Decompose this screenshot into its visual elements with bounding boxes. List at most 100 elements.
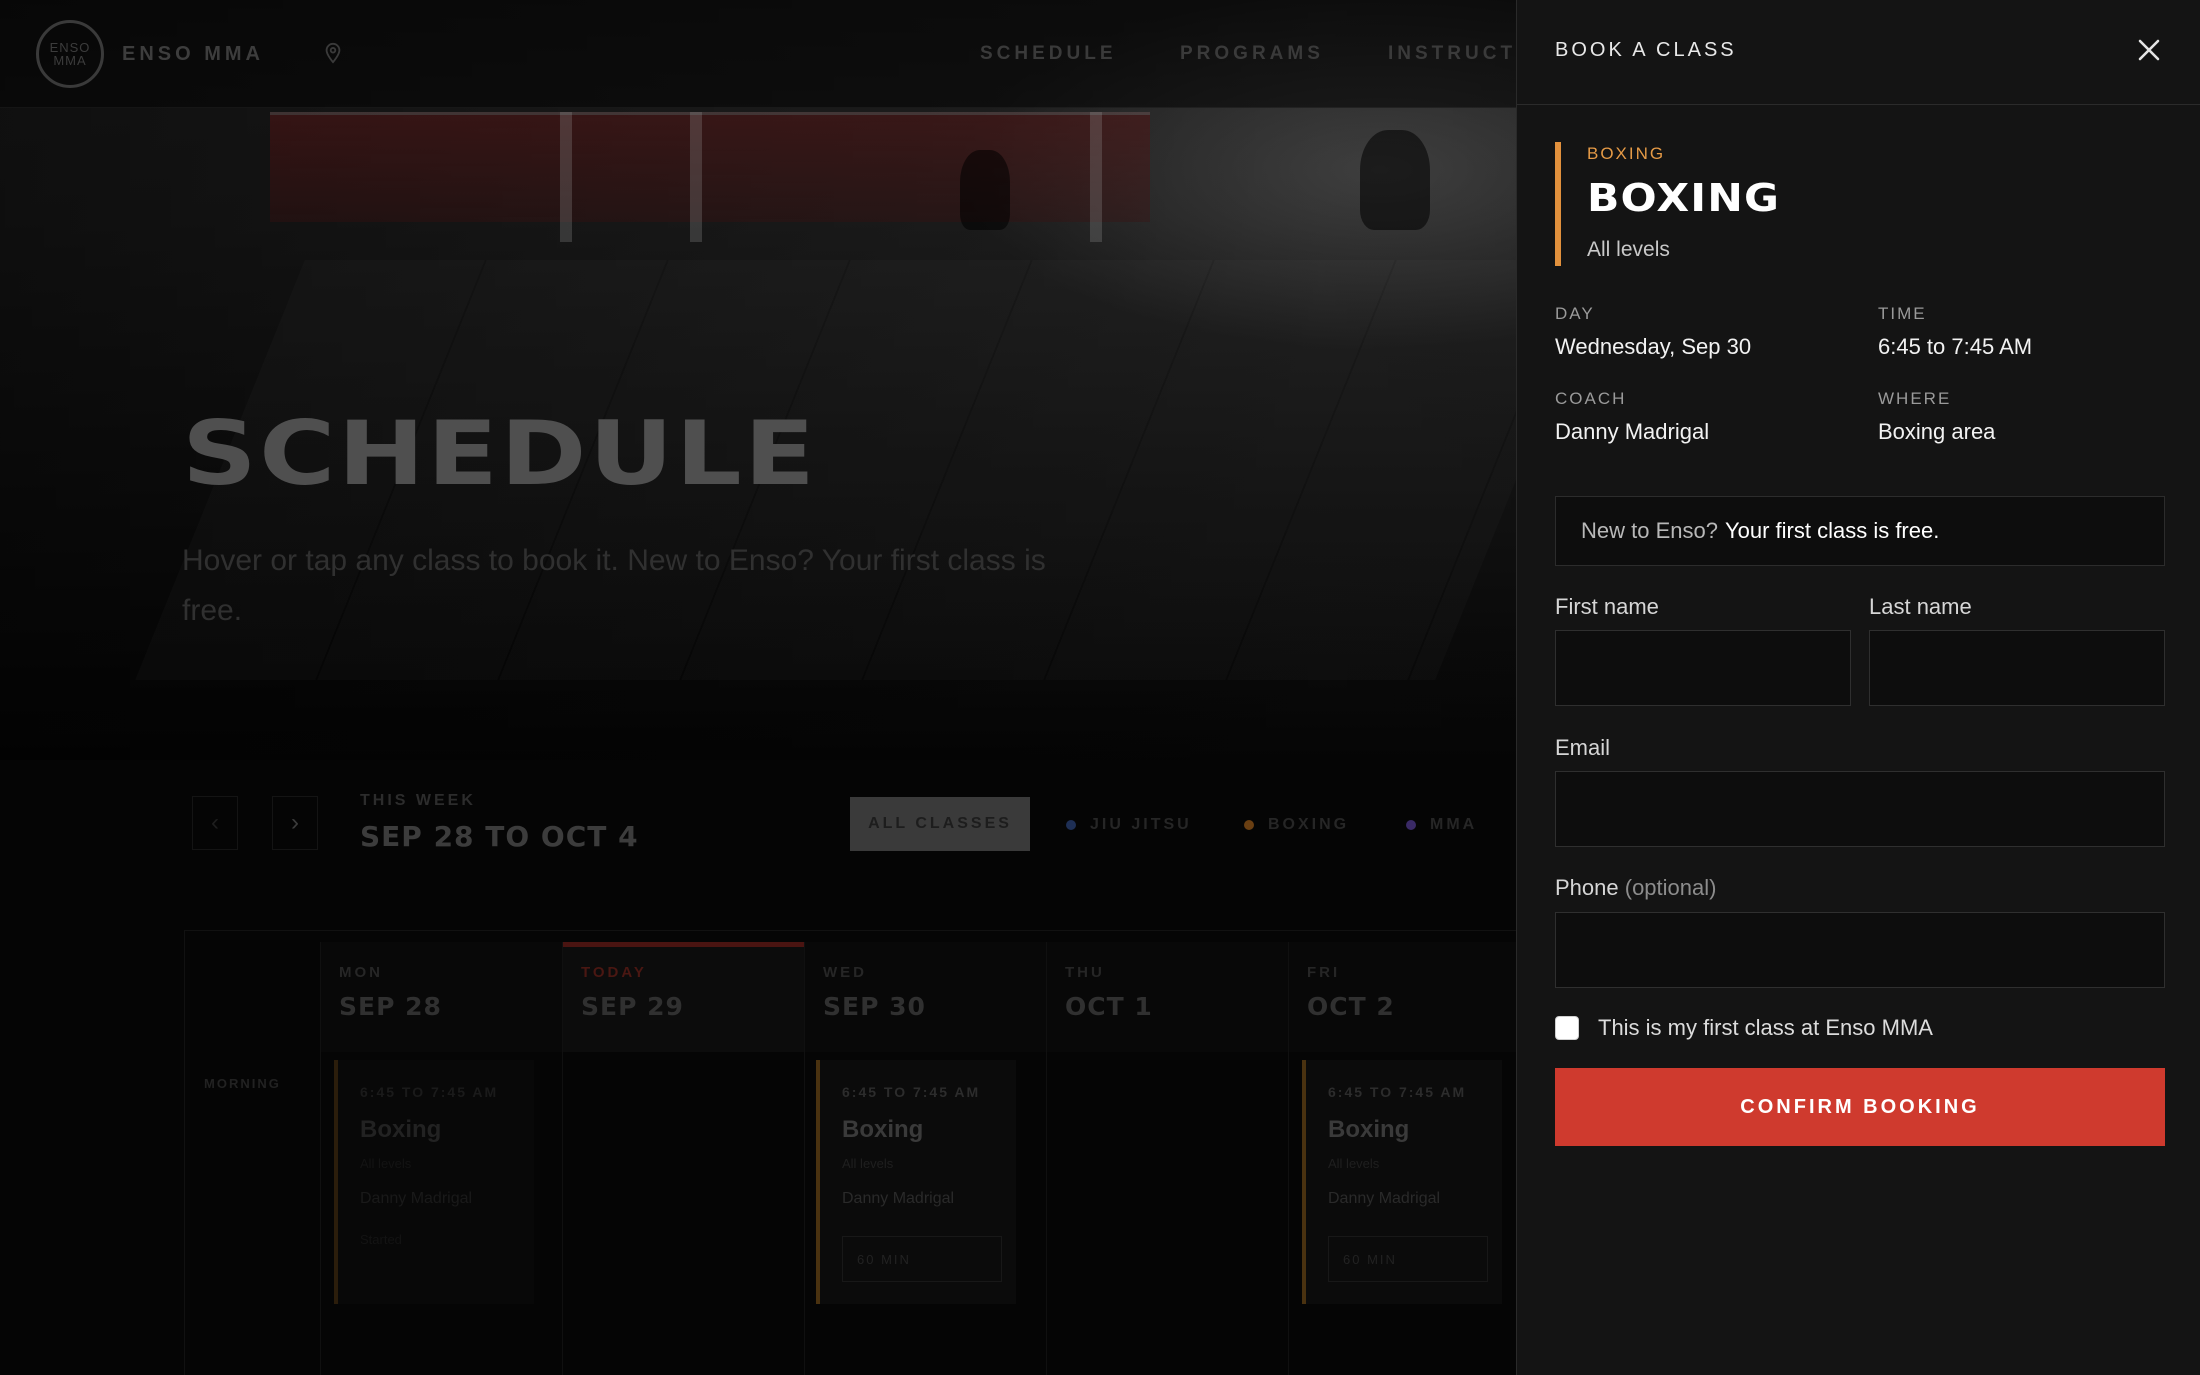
class-title: BOXING (1587, 176, 1781, 220)
day-date: OCT 2 (1307, 992, 1395, 1021)
filter-jiu-jitsu[interactable]: JIU JITSU (1066, 816, 1192, 834)
page-title: SCHEDULE (182, 402, 818, 505)
chevron-right-icon: › (291, 809, 299, 836)
ring-post-graphic (1090, 112, 1102, 242)
day-date: SEP 29 (581, 992, 684, 1021)
day-header: WED SEP 30 (805, 942, 1046, 1052)
site-header: ENSO MMA ENSO MMA SCHEDULE PROGRAMS INST… (0, 0, 1565, 108)
filter-boxing[interactable]: BOXING (1244, 816, 1349, 834)
person-silhouette (960, 150, 1010, 230)
class-level: All levels (842, 1156, 894, 1171)
filter-all-classes[interactable]: ALL CLASSES (850, 797, 1030, 851)
nav-programs[interactable]: PROGRAMS (1180, 43, 1324, 65)
boxing-color-dot (1244, 820, 1254, 830)
class-level: All levels (1587, 238, 1670, 261)
person-silhouette (1360, 130, 1430, 230)
day-of-week: WED (823, 964, 867, 981)
booking-drawer: BOOK A CLASS BOXING BOXING All levels DA… (1516, 0, 2200, 1375)
time-of-day-label: MORNING (204, 1076, 281, 1091)
where-value: Boxing area (1878, 419, 1996, 444)
close-button[interactable] (2131, 32, 2167, 68)
last-name-input[interactable] (1869, 630, 2165, 706)
ring-post-graphic (690, 112, 702, 242)
class-coach: Danny Madrigal (360, 1190, 473, 1207)
class-card[interactable]: 6:45 TO 7:45 AM Boxing All levels Danny … (334, 1060, 534, 1304)
promo-offer: Your first class is free. (1724, 518, 1940, 543)
last-name-label: Last name (1869, 594, 1972, 619)
class-level: All levels (1328, 1156, 1380, 1171)
day-date: SEP 30 (823, 992, 926, 1021)
first-class-free-banner: New to Enso? Your first class is free. (1555, 496, 2165, 566)
day-header: MON SEP 28 (321, 942, 562, 1052)
ring-post-graphic (560, 112, 572, 242)
first-name-label: First name (1555, 594, 1659, 619)
drawer-title: BOOK A CLASS (1555, 39, 1737, 61)
next-week-button[interactable]: › (272, 796, 318, 850)
day-header: TODAY SEP 29 (563, 942, 804, 1052)
jiu-jitsu-color-dot (1066, 820, 1076, 830)
class-card[interactable]: 6:45 TO 7:45 AM Boxing All levels Danny … (816, 1060, 1016, 1304)
day-value: Wednesday, Sep 30 (1555, 334, 1752, 359)
class-name: Boxing (360, 1116, 442, 1143)
optional-hint: (optional) (1624, 875, 1717, 900)
week-kicker: THIS WEEK (360, 792, 476, 809)
class-time: 6:45 TO 7:45 AM (842, 1084, 981, 1100)
filter-label: MMA (1430, 816, 1478, 833)
first-class-checkbox-label[interactable]: This is my first class at Enso MMA (1598, 1015, 1933, 1041)
day-header: FRI OCT 2 (1289, 942, 1530, 1052)
class-category: BOXING (1587, 144, 1666, 163)
first-name-input[interactable] (1555, 630, 1851, 706)
today-indicator (563, 942, 804, 947)
day-of-week: TODAY (581, 964, 647, 981)
class-card[interactable]: 6:45 TO 7:45 AM Boxing All levels Danny … (1302, 1060, 1502, 1304)
class-duration-tag: 60 MIN (842, 1236, 1002, 1282)
boxing-ring-graphic (270, 112, 1150, 222)
email-input[interactable] (1555, 771, 2165, 847)
filter-label: JIU JITSU (1090, 816, 1192, 833)
previous-week-button[interactable]: ‹ (192, 796, 238, 850)
chevron-left-icon: ‹ (211, 809, 219, 836)
location-pin-icon[interactable] (322, 42, 344, 64)
class-name: Boxing (842, 1116, 924, 1143)
class-status: Started (360, 1232, 402, 1247)
first-class-checkbox[interactable] (1555, 1016, 1579, 1040)
coach-value: Danny Madrigal (1555, 419, 1710, 444)
class-duration-tag: 60 MIN (1328, 1236, 1488, 1282)
class-time: 6:45 TO 7:45 AM (1328, 1084, 1467, 1100)
selected-class-summary: BOXING BOXING All levels (1555, 142, 2155, 266)
day-of-week: THU (1065, 964, 1105, 981)
brand-name[interactable]: ENSO MMA (122, 43, 264, 66)
time-label: TIME (1878, 304, 1927, 323)
page-subtitle: Hover or tap any class to book it. New t… (182, 544, 1046, 627)
day-date: SEP 28 (339, 992, 442, 1021)
filter-mma[interactable]: MMA (1406, 816, 1477, 834)
day-column: THU OCT 1 (1046, 942, 1288, 1375)
time-value: 6:45 to 7:45 AM (1878, 334, 2033, 359)
phone-label-text: Phone (1555, 875, 1619, 900)
class-coach: Danny Madrigal (842, 1190, 955, 1207)
filter-label: BOXING (1268, 816, 1350, 833)
confirm-booking-button[interactable]: CONFIRM BOOKING (1555, 1068, 2165, 1146)
brand-logo[interactable]: ENSO MMA (36, 20, 104, 88)
phone-label: Phone (optional) (1555, 875, 1716, 901)
class-time: 6:45 TO 7:45 AM (360, 1084, 499, 1100)
coach-label: COACH (1555, 389, 1627, 408)
week-range: SEP 28 TO OCT 4 (360, 820, 639, 853)
day-of-week: FRI (1307, 964, 1341, 981)
day-date: OCT 1 (1065, 992, 1153, 1021)
promo-question: New to Enso? (1581, 518, 1718, 543)
day-header: THU OCT 1 (1047, 942, 1288, 1052)
drawer-header: BOOK A CLASS (1517, 0, 2200, 105)
mma-color-dot (1406, 820, 1416, 830)
day-of-week: MON (339, 964, 383, 981)
close-icon (2138, 39, 2160, 61)
where-label: WHERE (1878, 389, 1952, 408)
nav-schedule[interactable]: SCHEDULE (980, 43, 1117, 65)
day-label: DAY (1555, 304, 1595, 323)
class-name: Boxing (1328, 1116, 1410, 1143)
class-coach: Danny Madrigal (1328, 1190, 1441, 1207)
phone-input[interactable] (1555, 912, 2165, 988)
email-label: Email (1555, 735, 1611, 760)
day-column-today: TODAY SEP 29 (562, 942, 804, 1375)
class-level: All levels (360, 1156, 412, 1171)
